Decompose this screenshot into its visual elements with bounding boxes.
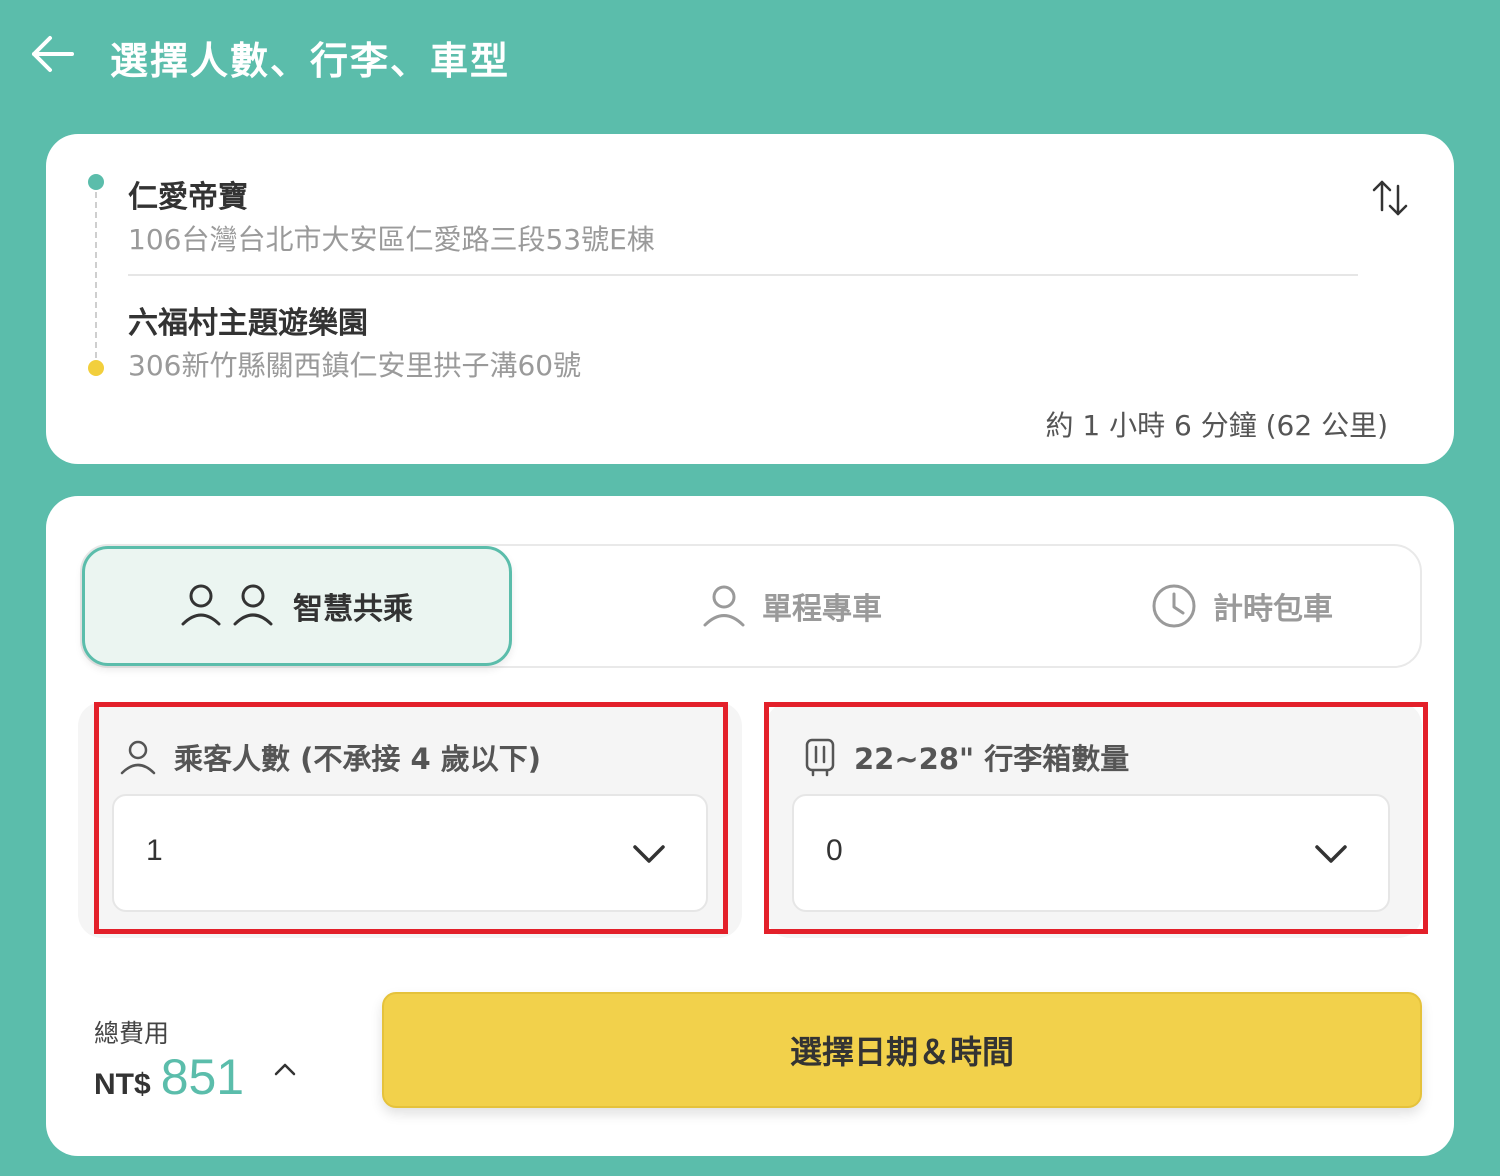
divider [128,274,1358,276]
passenger-select[interactable]: 1 [112,794,708,912]
suitcase-icon [805,738,835,777]
total-label: 總費用 [94,1019,170,1048]
tab-hourly-charter[interactable]: 計時包車 [1092,546,1392,666]
page-title: 選擇人數、行李、車型 [110,39,511,83]
route-summary: 約 1 小時 6 分鐘 (62 公里) [1045,409,1388,442]
origin-dot [88,174,104,190]
chevron-up-icon[interactable] [272,1060,298,1078]
tab-label: 智慧共乘 [293,592,413,627]
passenger-label-text: 乘客人數 (不承接 4 歲以下) [174,742,541,776]
tab-one-way[interactable]: 單程專車 [642,546,942,666]
person-icon [703,585,745,627]
currency-label: NT$ [94,1068,151,1101]
tab-smart-carpool[interactable]: 智慧共乘 [82,546,512,666]
luggage-value: 0 [826,834,843,867]
origin-name[interactable]: 仁愛帝寶 [128,172,248,216]
options-card: 智慧共乘 單程專車 計時包車 乘客人數 (不承接 4 歲以下) 1 22~28"… [46,496,1454,1156]
select-datetime-button[interactable]: 選擇日期＆時間 [382,992,1422,1108]
luggage-select[interactable]: 0 [792,794,1390,912]
origin-address[interactable]: 106台灣台北市大安區仁愛路三段53號E棟 [128,218,655,258]
service-tabs: 智慧共乘 單程專車 計時包車 [80,544,1422,668]
route-card: 仁愛帝寶 106台灣台北市大安區仁愛路三段53號E棟 六福村主題遊樂園 306新… [46,134,1454,464]
luggage-label: 22~28" 行李箱數量 [804,736,1129,778]
chevron-down-icon [1315,845,1347,863]
swap-vertical-icon [1372,180,1408,216]
back-button[interactable] [28,30,78,80]
destination-address[interactable]: 306新竹縣關西鎮仁安里拱子溝60號 [128,344,581,384]
header: 選擇人數、行李、車型 [0,0,1500,110]
luggage-label-text: 22~28" 行李箱數量 [854,742,1130,776]
total-price: 851 [160,1049,245,1105]
passenger-field: 乘客人數 (不承接 4 歲以下) 1 [78,702,742,938]
chevron-down-icon [633,845,665,863]
clock-icon [1152,584,1196,628]
route-line [95,192,97,358]
swap-button[interactable] [1368,176,1412,220]
luggage-field: 22~28" 行李箱數量 0 [766,702,1422,938]
passenger-value: 1 [146,834,163,867]
arrow-left-icon [32,36,74,72]
tab-label: 計時包車 [1213,592,1333,627]
tab-label: 單程專車 [762,592,882,627]
person-icon [120,740,156,775]
destination-name[interactable]: 六福村主題遊樂園 [128,298,368,342]
two-people-icon [181,584,273,626]
price-row: NT$ 851 [94,1048,244,1106]
passenger-label: 乘客人數 (不承接 4 歲以下) [120,736,541,778]
destination-dot [88,360,104,376]
